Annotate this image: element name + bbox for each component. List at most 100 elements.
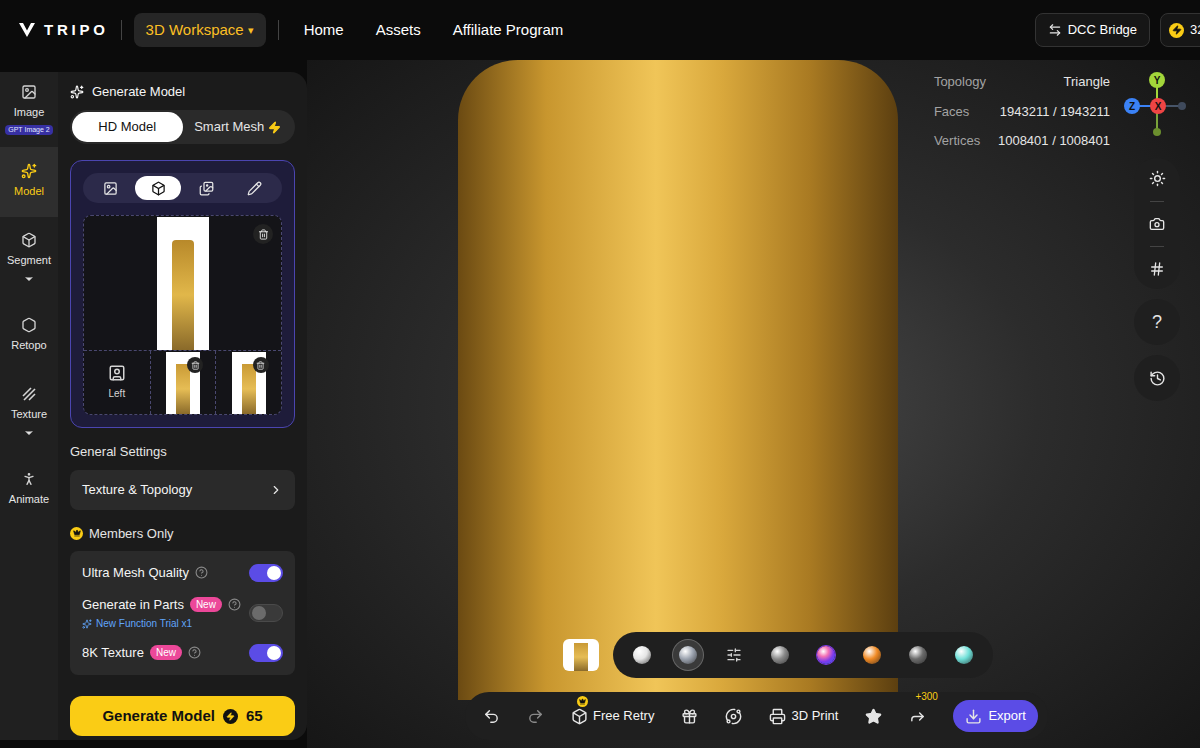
new-badge: New — [190, 597, 222, 612]
viewport[interactable]: TopologyTriangleFaces1943211 / 1943211Ve… — [307, 60, 1200, 748]
help-icon[interactable] — [195, 566, 208, 579]
share-icon — [909, 708, 926, 725]
material-option[interactable] — [765, 640, 795, 670]
logo-icon — [18, 22, 36, 38]
axis-gizmo[interactable]: YZX — [1122, 70, 1192, 140]
option-row: 8K TextureNew — [82, 637, 283, 669]
view-slot[interactable] — [215, 351, 281, 414]
caret-icon — [23, 427, 35, 439]
input-tab[interactable] — [232, 176, 278, 200]
credits[interactable]: 3246 — [1160, 13, 1200, 47]
material-sphere — [633, 646, 651, 664]
rail-item[interactable]: Segment — [0, 217, 58, 301]
rail-item[interactable]: Model — [0, 147, 58, 217]
input-tab[interactable] — [135, 176, 181, 200]
nav-link[interactable]: Assets — [376, 19, 421, 42]
trash-icon — [258, 229, 269, 240]
model-thumbnail[interactable] — [563, 639, 599, 671]
person-icon — [21, 471, 37, 487]
sparkle-icon — [82, 619, 92, 629]
toggle-switch[interactable] — [249, 644, 283, 662]
camera-icon[interactable] — [1149, 216, 1165, 232]
rail-item[interactable]: Animate — [0, 455, 58, 525]
material-option[interactable] — [673, 640, 703, 670]
mode-option[interactable]: HD Model — [72, 112, 183, 142]
toolbar-button[interactable]: +300 — [909, 702, 926, 731]
trash-icon — [191, 361, 200, 370]
view-slot[interactable] — [150, 351, 216, 414]
cost-icon — [223, 709, 238, 724]
material-option[interactable] — [903, 640, 933, 670]
toolbar-button[interactable] — [725, 702, 742, 731]
help-button[interactable]: ? — [1134, 299, 1180, 345]
upload-area[interactable]: Left — [83, 215, 282, 415]
trash-icon — [256, 361, 265, 370]
workspace-menu[interactable]: 3D Workspace▾ — [134, 13, 266, 47]
delete-button[interactable] — [253, 224, 273, 244]
crown-icon — [70, 527, 83, 540]
toggle-switch[interactable] — [249, 564, 283, 582]
material-option[interactable] — [627, 640, 657, 670]
retry-icon — [571, 708, 588, 725]
input-tab[interactable] — [87, 176, 133, 200]
pencil-icon — [247, 181, 262, 196]
logo[interactable]: TRIPO — [18, 19, 109, 42]
help-icon[interactable] — [228, 598, 241, 611]
axis-label: X — [1150, 98, 1166, 114]
crown-badge-icon — [577, 696, 588, 707]
divider — [278, 20, 279, 40]
grid-icon[interactable] — [1149, 261, 1165, 277]
material-sphere — [679, 646, 697, 664]
delete-button[interactable] — [253, 357, 269, 373]
tool-rail: ImageGPT Image 2ModelSegmentRetopoTextur… — [0, 72, 58, 740]
option-row: Generate in PartsNewNew Function Trial x… — [82, 589, 283, 638]
view-slot[interactable]: Left — [84, 351, 150, 414]
toolbar-button[interactable]: 3D Print — [769, 700, 838, 732]
mode-option[interactable]: Smart Mesh — [183, 112, 294, 142]
material-option[interactable] — [719, 640, 749, 670]
material-sphere — [863, 646, 881, 664]
toggle-knob — [267, 566, 281, 580]
axis-label: Z — [1124, 98, 1140, 114]
toggle-switch[interactable] — [249, 604, 283, 622]
body: ImageGPT Image 2ModelSegmentRetopoTextur… — [0, 60, 1200, 748]
side-panel: ImageGPT Image 2ModelSegmentRetopoTextur… — [0, 72, 307, 740]
rail-item[interactable]: Texture — [0, 371, 58, 455]
rail-item[interactable]: Retopo — [0, 301, 58, 371]
cube-icon — [151, 181, 166, 196]
history-button[interactable] — [1134, 355, 1180, 401]
material-option[interactable] — [811, 640, 841, 670]
planet-icon — [725, 708, 742, 725]
nav-link[interactable]: Home — [304, 19, 344, 42]
material-option[interactable] — [857, 640, 887, 670]
material-option[interactable] — [949, 640, 979, 670]
caret-icon — [23, 273, 35, 285]
download-icon — [965, 708, 982, 725]
toolbar-button[interactable] — [483, 702, 500, 731]
dcc-bridge-button[interactable]: DCC Bridge — [1035, 13, 1150, 47]
texture-topology-row[interactable]: Texture & Topology — [70, 470, 295, 510]
toolbar-button[interactable] — [681, 702, 698, 731]
light-icon[interactable] — [1149, 170, 1166, 187]
generate-button[interactable]: Generate Model65 — [70, 696, 295, 736]
trial-note: New Function Trial x1 — [82, 616, 241, 631]
options-card: Ultra Mesh QualityGenerate in PartsNewNe… — [70, 551, 295, 675]
toolbar-button[interactable] — [865, 702, 882, 731]
front-image — [157, 217, 209, 350]
toggle-knob — [252, 606, 266, 620]
help-icon[interactable] — [188, 646, 201, 659]
undo-icon — [483, 708, 500, 725]
toolbar-button[interactable]: Free Retry — [571, 700, 654, 732]
rail-item[interactable]: ImageGPT Image 2 — [0, 72, 58, 147]
mesh-icon — [21, 317, 37, 333]
toolbar-button[interactable] — [527, 702, 544, 731]
export-button[interactable]: Export — [953, 700, 1038, 732]
history-icon — [1149, 370, 1166, 387]
members-label: Members Only — [70, 524, 295, 544]
input-tab[interactable] — [184, 176, 230, 200]
nav-link[interactable]: Affiliate Program — [453, 19, 564, 42]
delete-button[interactable] — [187, 357, 203, 373]
model-render — [458, 60, 898, 700]
axis-label: Y — [1149, 72, 1165, 88]
stat-label: Faces — [934, 102, 986, 122]
